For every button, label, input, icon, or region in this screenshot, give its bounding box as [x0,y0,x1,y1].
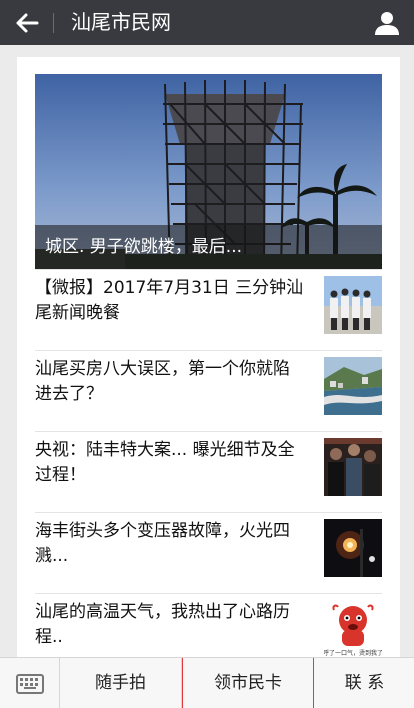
page-title: 汕尾市民网 [71,10,171,34]
header-divider [53,13,54,33]
hero-caption-bar: 城区. 男子欲跳楼，最后... [35,225,382,269]
keyboard-icon[interactable] [0,658,60,708]
list-item[interactable]: 汕尾的高温天气，我热出了心路历程.. 呼了一口气，烫到我了 [35,593,382,657]
article-title: 【微报】2017年7月31日 三分钟汕尾新闻晚餐 [35,278,304,323]
article-thumbnail [324,519,382,577]
content-card: 城区. 男子欲跳楼，最后... 【微报】2017年7月31日 三分钟汕尾新闻晚餐 [17,57,400,657]
hero-caption: 城区. 男子欲跳楼，最后... [45,237,243,257]
article-thumbnail [324,357,382,415]
article-title: 海丰街头多个变压器故障，火光四溅... [35,521,290,566]
list-item[interactable]: 海丰街头多个变压器故障，火光四溅... [35,512,382,592]
article-thumbnail [324,438,382,496]
article-title: 央视：陆丰特大案... 曝光细节及全过程！ [35,440,295,485]
arrow-left-icon[interactable] [12,8,42,38]
hero-article[interactable]: 城区. 男子欲跳楼，最后... [35,74,382,269]
article-thumbnail: 呼了一口气，烫到我了 [324,600,382,657]
list-item[interactable]: 汕尾买房八大误区，第一个你就陷进去了？ [35,350,382,430]
tab-snapshot[interactable]: 随手拍 [60,658,182,708]
thumbnail-caption: 呼了一口气，烫到我了 [324,649,382,657]
keyboard-glyph [16,674,44,694]
list-item[interactable]: 【微报】2017年7月31日 三分钟汕尾新闻晚餐 [35,269,382,349]
article-title: 汕尾的高温天气，我热出了心路历程.. [35,602,290,647]
user-icon[interactable] [372,8,402,38]
article-thumbnail [324,276,382,334]
top-bar: 汕尾市民网 [0,0,414,45]
list-item[interactable]: 央视：陆丰特大案... 曝光细节及全过程！ [35,431,382,511]
bottom-nav: 随手拍 领市民卡 联 系 [0,657,414,708]
tab-citizen-card[interactable]: 领市民卡 [182,658,314,708]
article-title: 汕尾买房八大误区，第一个你就陷进去了？ [35,359,290,404]
tab-contact[interactable]: 联 系 [315,658,414,708]
